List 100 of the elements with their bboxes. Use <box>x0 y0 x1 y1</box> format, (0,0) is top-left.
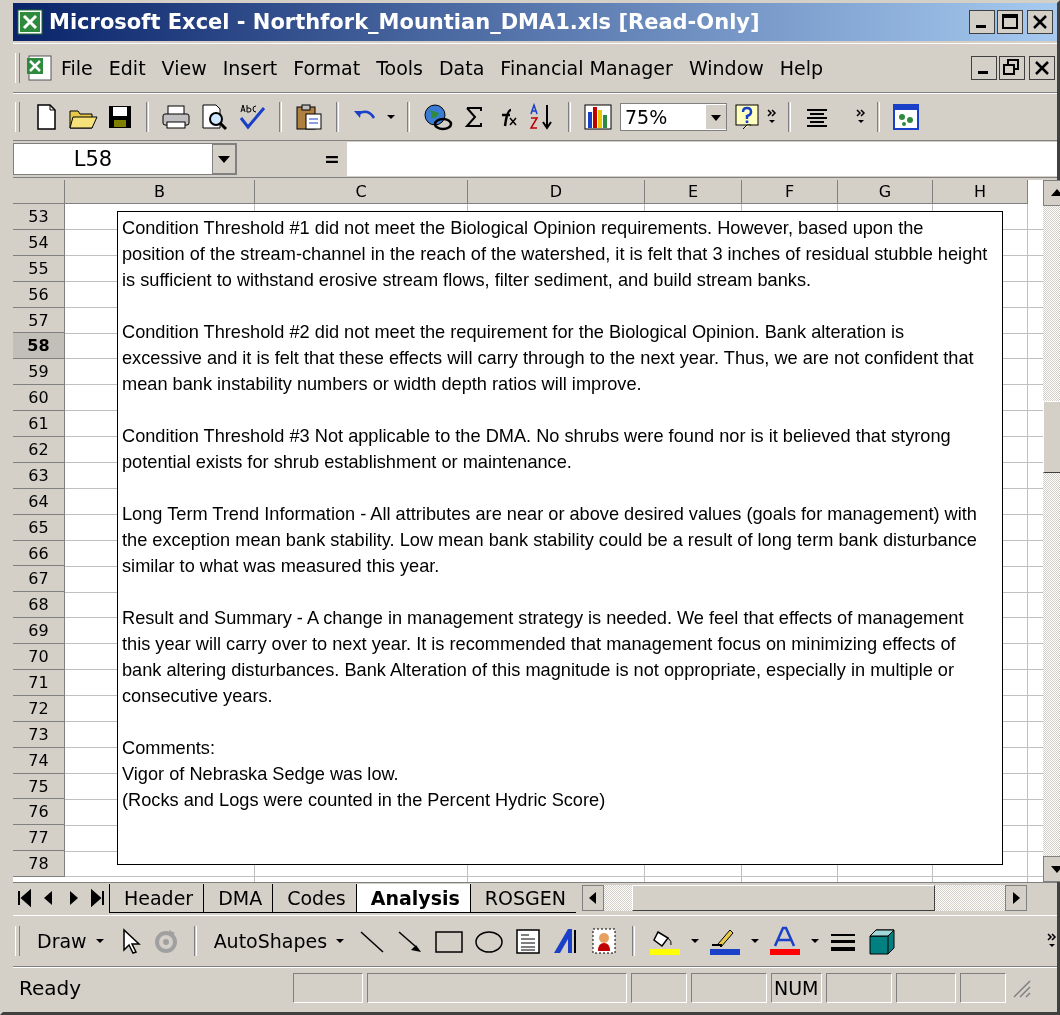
sheet-tab[interactable]: Codes <box>272 883 356 913</box>
scroll-thumb[interactable] <box>632 885 935 911</box>
status-panel <box>895 973 956 1003</box>
sheet-tab[interactable]: Header <box>109 883 204 913</box>
menu-item[interactable]: Data <box>430 53 493 83</box>
text-line: consecutive years. <box>122 685 274 708</box>
menu-item[interactable]: Format <box>285 53 369 83</box>
row-header[interactable]: 78 <box>13 851 65 878</box>
menu-item[interactable]: Insert <box>214 53 286 83</box>
row-header[interactable]: 54 <box>13 229 65 256</box>
text-line: Condition Threshold #1 did not meet the Biological Opinion requirements. However, based upon the <box>122 217 925 240</box>
row-header[interactable]: 70 <box>13 644 65 671</box>
row-header[interactable]: 62 <box>13 437 65 463</box>
row-header[interactable]: 71 <box>13 670 65 696</box>
column-header[interactable]: F <box>742 180 838 204</box>
text-line: potential exists for shrub establishment or maintenance. <box>122 451 573 474</box>
column-header[interactable]: C <box>255 180 468 204</box>
caret-icon <box>94 937 105 945</box>
sheet-tab[interactable]: ROSGEN <box>469 883 577 913</box>
row-header[interactable]: 57 <box>13 307 65 334</box>
caret-icon[interactable] <box>690 937 701 945</box>
row-header[interactable]: 60 <box>13 385 65 412</box>
sheet-tab[interactable]: Analysis <box>355 883 470 913</box>
column-header[interactable]: E <box>645 180 742 204</box>
restore-icon[interactable] <box>999 56 1025 80</box>
draw-menu-button[interactable]: Draw <box>33 930 109 952</box>
caret-icon[interactable] <box>386 113 396 121</box>
row-header[interactable]: 68 <box>13 592 65 619</box>
row-header[interactable]: 69 <box>13 618 65 645</box>
minimize-icon[interactable] <box>969 10 995 34</box>
row-header[interactable]: 76 <box>13 799 65 826</box>
help-icon[interactable] <box>733 102 761 132</box>
menu-item[interactable]: Window <box>680 53 772 83</box>
status-panel <box>959 973 1006 1003</box>
bar-chart-icon[interactable] <box>582 102 614 132</box>
globe-icon[interactable] <box>421 102 455 132</box>
row-header[interactable]: 66 <box>13 540 65 567</box>
text-line: Condition Threshold #3 Not applicable to the DMA. No shrubs were found nor is it believed that styrong <box>122 425 952 448</box>
autoshapes-menu-button[interactable]: AutoShapes <box>209 930 350 952</box>
scroll-left-icon[interactable] <box>582 885 605 911</box>
row-header[interactable]: 64 <box>13 488 65 515</box>
more-options-icon[interactable] <box>1047 933 1057 949</box>
row-header[interactable]: 61 <box>13 411 65 437</box>
row-header[interactable]: 59 <box>13 359 65 386</box>
excel-logo-icon <box>17 9 43 35</box>
column-header[interactable]: B <box>65 180 255 204</box>
row-header[interactable]: 58 <box>13 333 65 360</box>
menu-item[interactable]: Help <box>771 53 832 83</box>
horizontal-scrollbar[interactable] <box>582 885 1027 911</box>
row-header[interactable]: 75 <box>13 773 65 800</box>
paste-icon[interactable] <box>293 102 325 132</box>
name-box[interactable]: L58 <box>13 143 237 175</box>
zoom-dropdown[interactable]: 75% <box>620 103 727 131</box>
row-header[interactable]: 77 <box>13 825 65 852</box>
menu-item[interactable]: Tools <box>368 53 431 83</box>
more-options-icon[interactable] <box>767 109 777 125</box>
font-color-icon[interactable] <box>768 926 803 956</box>
scroll-right-icon[interactable] <box>1005 885 1027 911</box>
close-icon[interactable] <box>1029 56 1055 80</box>
minimize-icon[interactable] <box>971 56 997 80</box>
menu-item[interactable]: View <box>153 53 215 83</box>
caret-icon[interactable] <box>810 937 821 945</box>
status-panel <box>631 973 687 1003</box>
menu-item[interactable]: Edit <box>100 53 154 83</box>
row-header[interactable]: 53 <box>13 204 65 230</box>
row-header[interactable]: 55 <box>13 255 65 282</box>
caret-icon[interactable] <box>750 937 761 945</box>
text-box[interactable] <box>117 211 1003 865</box>
text-line: bank altering disturbances. Bank Alteration of this magnitude is not oppropriate, especially in multiple or <box>122 659 956 682</box>
function-wizard-icon[interactable] <box>891 102 921 132</box>
status-text: Ready <box>18 976 83 1000</box>
text-line: similar to what was measured this year. <box>122 555 441 578</box>
row-header[interactable]: 73 <box>13 721 65 748</box>
column-header[interactable]: H <box>933 180 1028 204</box>
row-header[interactable]: 67 <box>13 566 65 593</box>
select-all-corner[interactable] <box>13 180 65 204</box>
formula-field[interactable] <box>347 142 1057 176</box>
row-header[interactable]: 63 <box>13 462 65 489</box>
text-line: Result and Summary - A change in management strategy is needed. We feel that effects of management <box>122 607 965 630</box>
equals-sign[interactable]: = <box>317 148 347 170</box>
text-line: Comments: <box>122 737 216 760</box>
row-header[interactable]: 65 <box>13 514 65 541</box>
print-icon[interactable] <box>160 102 192 132</box>
close-icon[interactable] <box>1027 10 1053 34</box>
status-panel <box>293 973 363 1003</box>
maximize-icon[interactable] <box>997 10 1023 34</box>
text-line: Vigor of Nebraska Sedge was low. <box>122 763 400 786</box>
column-header[interactable]: G <box>838 180 933 204</box>
menu-item[interactable]: File <box>53 53 101 83</box>
sheet-tab[interactable]: DMA <box>203 883 273 913</box>
text-line: excessive and it is felt that these effects will carry through to the next year. Thus, we are not confident that <box>122 347 975 370</box>
workbook-icon <box>25 54 53 82</box>
text-line: mean bank instability numbers or width depth ratios will improve. <box>122 373 643 396</box>
more-options-icon[interactable] <box>856 109 866 125</box>
row-header[interactable]: 56 <box>13 281 65 308</box>
menu-item[interactable]: Financial Manager <box>492 53 681 83</box>
status-panel <box>825 973 892 1003</box>
row-header[interactable]: 72 <box>13 695 65 722</box>
column-header[interactable]: D <box>468 180 645 204</box>
row-header[interactable]: 74 <box>13 747 65 774</box>
